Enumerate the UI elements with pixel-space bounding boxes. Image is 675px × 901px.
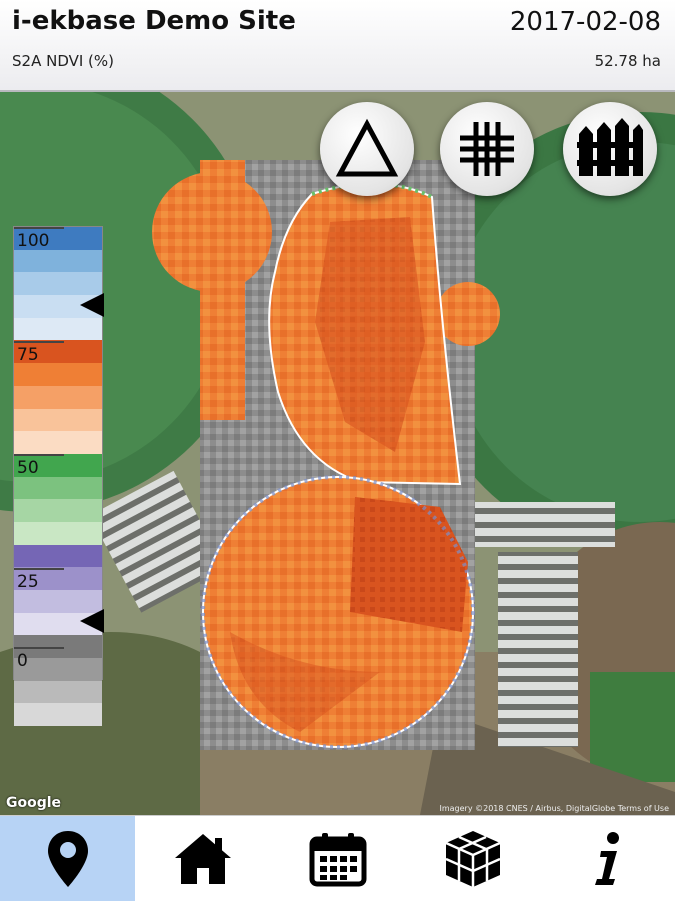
map-view[interactable]: 100 75 50 25 0 Google Imagery ©2018 CNES… [0, 92, 675, 815]
legend-band [14, 385, 102, 409]
legend-band [14, 363, 102, 386]
fence-button[interactable] [563, 102, 657, 196]
legend-lower-pointer[interactable] [80, 609, 104, 633]
legend-tick-100: 100 [14, 227, 65, 251]
grid-icon [460, 122, 514, 176]
triangle-icon [335, 118, 399, 177]
legend-upper-pointer[interactable] [80, 293, 104, 317]
google-logo: Google [6, 795, 62, 811]
ndvi-legend: 100 75 50 25 0 [13, 226, 104, 727]
legend-band [14, 272, 102, 296]
legend-tick-0: 0 [14, 647, 64, 671]
info-icon [594, 831, 619, 885]
nav-layers[interactable] [405, 816, 540, 901]
legend-band [14, 476, 102, 500]
triangle-button[interactable] [320, 102, 414, 196]
grid-button[interactable] [440, 102, 534, 196]
location-pin-icon [47, 830, 88, 887]
app-header: i-ekbase Demo Site 2017-02-08 S2A NDVI (… [0, 0, 675, 92]
nav-calendar[interactable] [270, 816, 405, 901]
legend-band [14, 408, 102, 432]
calendar-icon [309, 832, 366, 886]
nav-info[interactable] [540, 816, 675, 901]
fence-icon [577, 118, 643, 176]
bottom-nav [0, 815, 675, 901]
layer-name: S2A NDVI (%) [12, 52, 115, 70]
legend-band [14, 249, 102, 273]
nav-map[interactable] [0, 816, 135, 901]
layers-box-icon [444, 830, 501, 887]
field-area: 52.78 ha [594, 52, 661, 70]
legend-band [14, 680, 102, 704]
legend-band [14, 499, 102, 522]
map-attribution[interactable]: Imagery ©2018 CNES / Airbus, DigitalGlob… [440, 804, 670, 813]
legend-band [14, 521, 102, 545]
legend-tick-75: 75 [14, 341, 64, 365]
legend-band [14, 703, 102, 727]
home-icon [174, 833, 231, 884]
legend-band [14, 431, 102, 454]
nav-home[interactable] [135, 816, 270, 901]
legend-tick-50: 50 [14, 454, 64, 478]
legend-tick-25: 25 [14, 568, 64, 592]
legend-band [14, 544, 102, 568]
site-title: i-ekbase Demo Site [12, 6, 296, 36]
legend-band [14, 317, 102, 341]
image-date[interactable]: 2017-02-08 [510, 7, 661, 37]
